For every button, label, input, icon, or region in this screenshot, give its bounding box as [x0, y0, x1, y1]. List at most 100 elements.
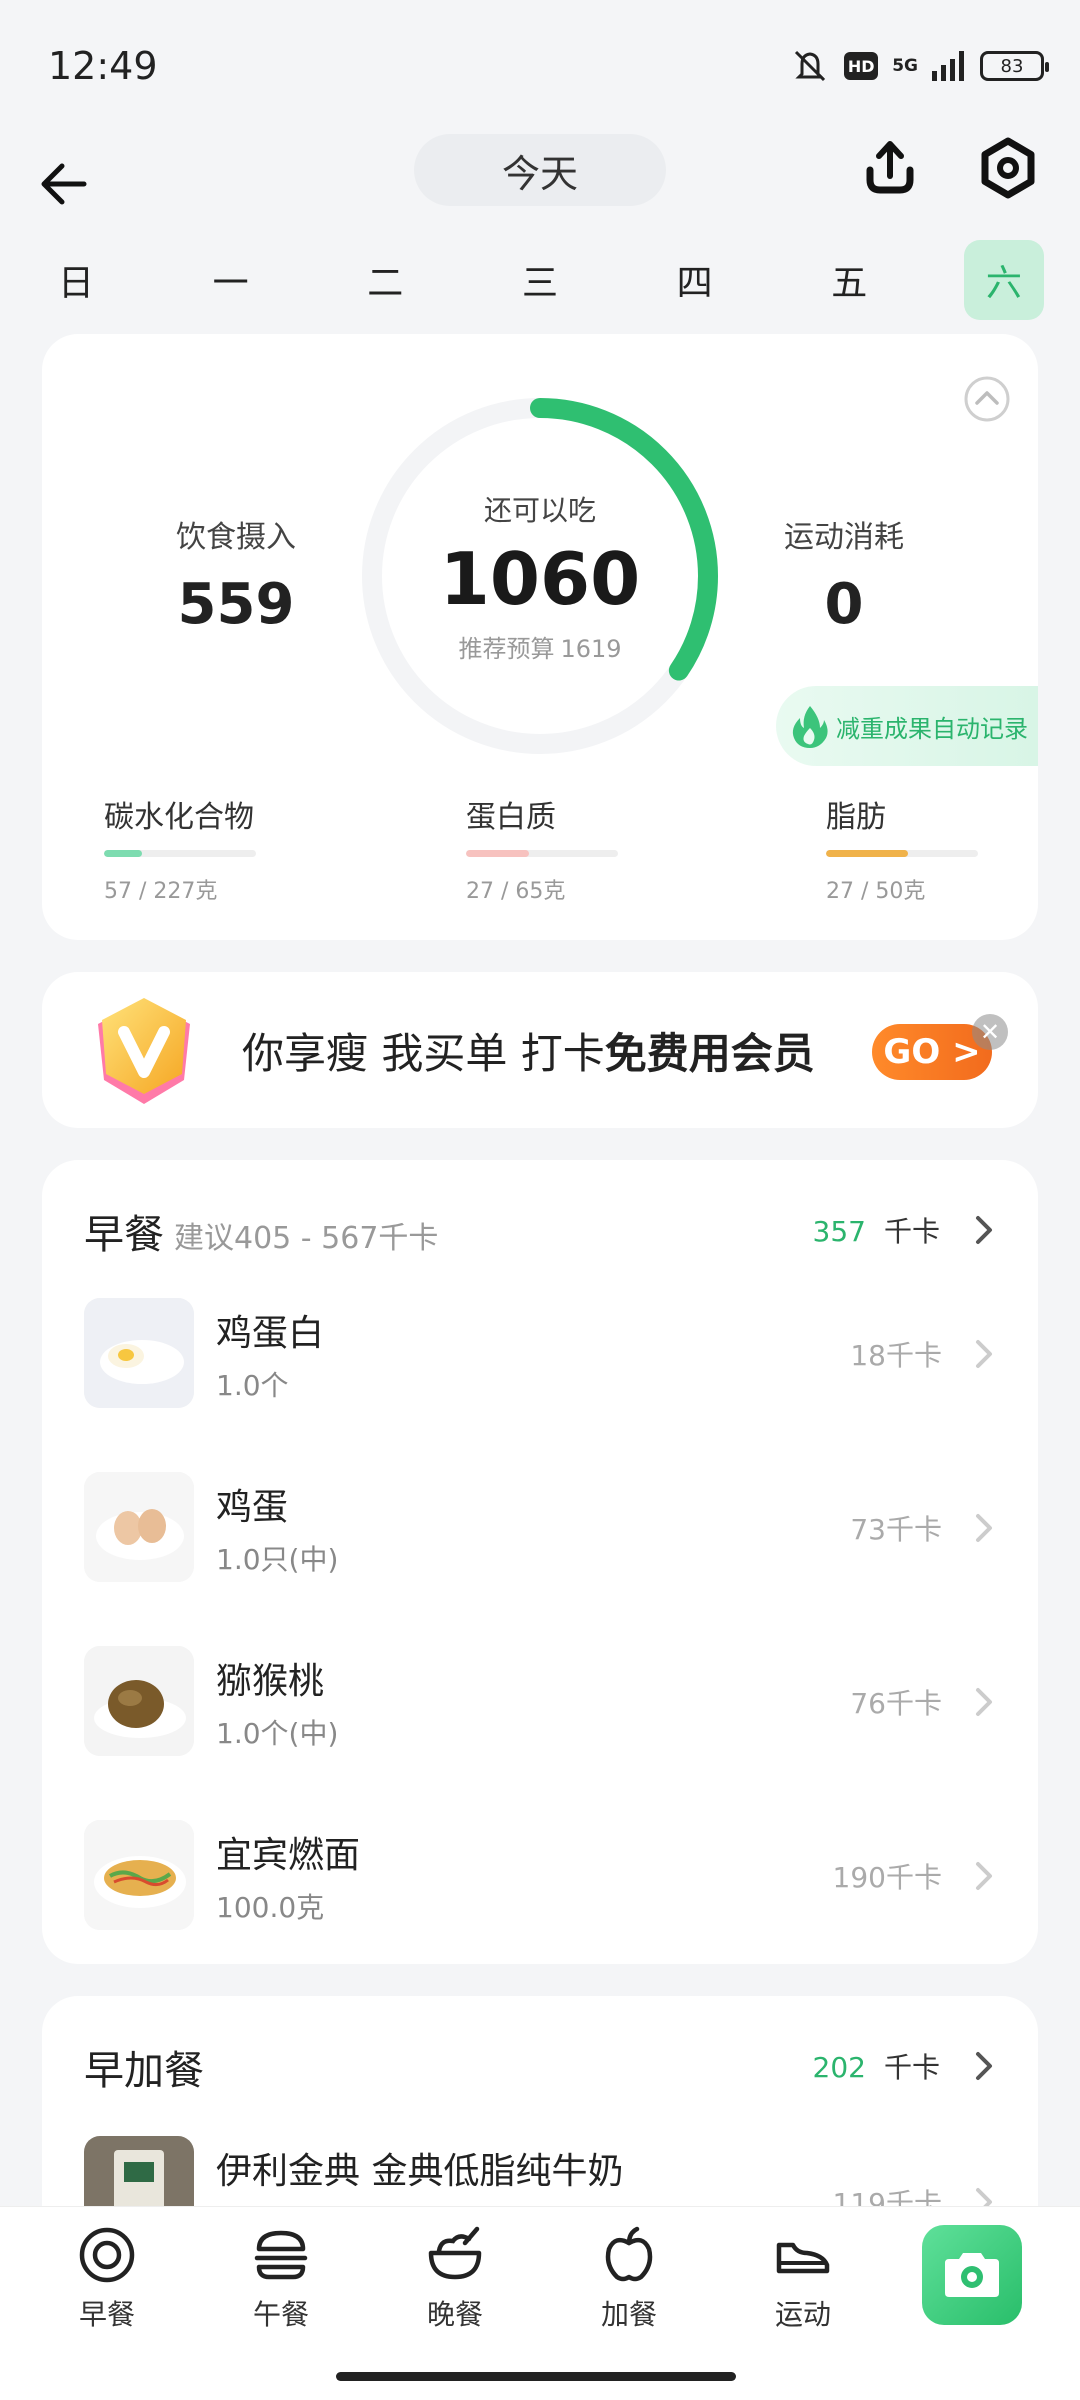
- meal-kcal-value: 357: [812, 1215, 866, 1248]
- home-indicator[interactable]: [336, 2372, 736, 2381]
- bottom-navigation: 早餐 午餐 晚餐 加餐 运动: [0, 2206, 1080, 2400]
- nav-lunch[interactable]: 午餐: [226, 2225, 336, 2333]
- food-name: 鸡蛋: [216, 1487, 289, 1528]
- meal-kcal-unit: 千卡: [883, 2051, 940, 2084]
- food-thumbnail: [84, 1298, 194, 1408]
- nav-breakfast[interactable]: 早餐: [52, 2225, 162, 2333]
- day-monday[interactable]: 一: [191, 240, 271, 320]
- food-thumbnail: [84, 1472, 194, 1582]
- day-tuesday[interactable]: 二: [345, 240, 425, 320]
- food-item[interactable]: 猕猴桃 1.0个(中) 76千卡: [84, 1646, 996, 1756]
- meal-header[interactable]: 早加餐 202 千卡: [84, 2038, 996, 2098]
- meal-card-breakfast: 早餐 建议405 - 567千卡 357 千卡 鸡蛋白 1.0个 18千卡 鸡蛋 1…: [42, 1160, 1038, 1964]
- nav-snack[interactable]: 加餐: [574, 2225, 684, 2333]
- promo-text: 你享瘦 我买单 打卡免费用会员: [242, 1020, 815, 1081]
- weight-record-text: 减重成果自动记录: [836, 714, 1028, 743]
- date-selector[interactable]: 今天: [414, 134, 666, 206]
- vip-badge-icon: [98, 998, 190, 1104]
- vip-promo-banner[interactable]: 你享瘦 我买单 打卡免费用会员 GO > ✕: [42, 972, 1038, 1128]
- macro-carbs-bar: [104, 850, 256, 857]
- burn-label: 运动消耗: [784, 520, 904, 555]
- food-name: 伊利金典 金典低脂纯牛奶: [216, 2151, 624, 2192]
- chevron-right-icon: [976, 2052, 992, 2080]
- status-bar: 12:49 HD 5G 83: [0, 0, 1080, 130]
- food-thumbnail: [84, 1646, 194, 1756]
- nav-dinner[interactable]: 晚餐: [400, 2225, 510, 2333]
- shoe-icon: [776, 2242, 830, 2274]
- meal-title: 早加餐: [84, 2048, 204, 2094]
- status-icons: HD 5G 83: [790, 48, 1049, 84]
- chevron-right-icon: [976, 1862, 992, 1890]
- intake-label: 饮食摄入: [176, 520, 296, 555]
- intake-stat: 饮食摄入 559: [116, 512, 356, 637]
- food-item[interactable]: 鸡蛋白 1.0个 18千卡: [84, 1298, 996, 1408]
- macro-fat: 脂肪 27 / 50克: [826, 792, 1066, 905]
- day-saturday[interactable]: 六: [963, 240, 1044, 320]
- burn-stat: 运动消耗 0: [724, 512, 964, 637]
- back-arrow-icon[interactable]: [36, 154, 96, 214]
- battery-level: 83: [1000, 55, 1024, 77]
- status-time: 12:49: [48, 44, 158, 88]
- macro-carbs-name: 碳水化合物: [104, 800, 254, 835]
- header: 今天: [0, 130, 1080, 240]
- food-name: 鸡蛋白: [216, 1313, 325, 1354]
- mute-icon: [795, 50, 826, 82]
- burger-icon: [254, 2230, 308, 2280]
- weight-record-chip[interactable]: 减重成果自动记录: [776, 686, 1038, 766]
- day-wednesday[interactable]: 三: [500, 240, 580, 320]
- meal-header[interactable]: 早餐 建议405 - 567千卡 357 千卡: [84, 1202, 996, 1262]
- budget-value: 1619: [560, 634, 622, 663]
- burn-value: 0: [824, 572, 864, 637]
- nav-label: 早餐: [78, 2298, 135, 2331]
- day-thursday[interactable]: 四: [655, 240, 735, 320]
- collapse-chevron-icon[interactable]: [964, 376, 1010, 422]
- nav-label: 晚餐: [426, 2298, 483, 2331]
- food-amount: 1.0个: [216, 1369, 289, 1402]
- meal-kcal-value: 202: [812, 2051, 866, 2084]
- day-sunday[interactable]: 日: [36, 240, 116, 320]
- food-thumbnail: [84, 1820, 194, 1930]
- macro-carbs: 碳水化合物 57 / 227克: [104, 792, 344, 905]
- share-icon[interactable]: [858, 136, 922, 200]
- macro-protein-bar: [466, 850, 618, 857]
- macro-protein: 蛋白质 27 / 65克: [466, 792, 706, 905]
- nav-exercise[interactable]: 运动: [748, 2225, 858, 2333]
- macro-protein-fill: [466, 850, 530, 857]
- macro-protein-amount: 27 / 65克: [466, 879, 566, 904]
- macro-fat-bar: [826, 850, 978, 857]
- promo-text-bold: 免费用会员: [604, 1029, 815, 1078]
- macro-carbs-amount: 57 / 227克: [104, 879, 218, 904]
- chevron-right-icon: [976, 1216, 992, 1244]
- bowl-icon: [428, 2226, 482, 2280]
- food-item[interactable]: 宜宾燃面 100.0克 190千卡: [84, 1820, 996, 1930]
- meal-kcal-unit: 千卡: [883, 1215, 940, 1248]
- network-label: 5G: [892, 56, 918, 76]
- macro-fat-name: 脂肪: [826, 800, 886, 835]
- budget-text: 推荐预算 1619: [458, 629, 621, 664]
- flame-icon: [792, 706, 828, 748]
- food-name: 猕猴桃: [216, 1661, 325, 1702]
- plate-icon: [79, 2227, 135, 2283]
- nav-label: 加餐: [600, 2298, 657, 2331]
- hd-icon: HD: [844, 52, 879, 80]
- food-amount: 1.0只(中): [216, 1543, 339, 1576]
- settings-icon[interactable]: [976, 136, 1040, 200]
- chevron-right-icon: [976, 1340, 992, 1368]
- food-name: 宜宾燃面: [216, 1835, 361, 1876]
- food-item[interactable]: 鸡蛋 1.0只(中) 73千卡: [84, 1472, 996, 1582]
- macro-fat-fill: [826, 850, 909, 857]
- close-icon[interactable]: ✕: [972, 1014, 1008, 1050]
- camera-button[interactable]: [922, 2225, 1022, 2325]
- day-friday[interactable]: 五: [809, 240, 889, 320]
- food-kcal: 18千卡: [850, 1339, 942, 1372]
- remaining-label: 还可以吃: [483, 493, 596, 527]
- meal-total-kcal: 202 千卡: [813, 2046, 940, 2086]
- meal-total-kcal: 357 千卡: [813, 1210, 940, 1250]
- week-selector: 日 一 二 三 四 五 六: [36, 240, 1044, 322]
- budget-label: 推荐预算: [458, 634, 555, 663]
- food-kcal: 190千卡: [832, 1861, 942, 1894]
- meal-suggestion: 建议405 - 567千卡: [174, 1221, 439, 1256]
- calorie-ring-center: 还可以吃 1060 推荐预算 1619: [360, 396, 720, 756]
- macro-protein-name: 蛋白质: [466, 800, 556, 835]
- apple-icon: [605, 2226, 653, 2282]
